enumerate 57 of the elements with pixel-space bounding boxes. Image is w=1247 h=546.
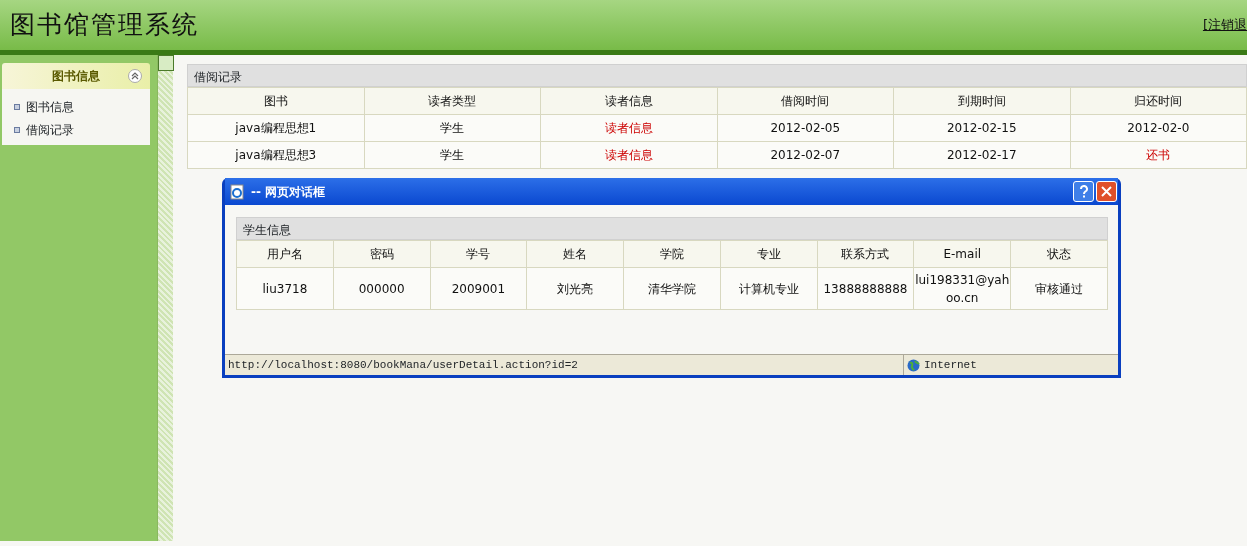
bullet-icon <box>14 103 20 110</box>
column-header: 用户名 <box>236 240 334 268</box>
dialog-title: -- 网页对话框 <box>251 183 326 201</box>
panel-header[interactable]: 图书信息 <box>2 63 150 89</box>
help-button[interactable] <box>1073 181 1094 202</box>
logout-link[interactable]: [注销退 <box>1202 15 1247 35</box>
panel-title: 图书信息 <box>52 68 100 85</box>
table-cell: 计算机专业 <box>720 267 818 310</box>
table-cell: 2012-02-17 <box>893 141 1070 169</box>
bullet-icon <box>14 126 20 133</box>
close-icon <box>1101 186 1112 197</box>
table-cell: 2012-02-15 <box>893 114 1070 142</box>
column-header: E-mail <box>913 240 1011 268</box>
table-cell: 学生 <box>364 114 541 142</box>
column-header: 归还时间 <box>1070 87 1247 115</box>
reader-info-link[interactable]: 读者信息 <box>604 121 653 135</box>
table-cell: 学生 <box>364 141 541 169</box>
reader-info-link[interactable]: 读者信息 <box>604 148 653 162</box>
table-cell: 2009001 <box>430 267 527 310</box>
table-cell: 2012-02-05 <box>717 114 894 142</box>
column-header: 专业 <box>720 240 818 268</box>
table-cell: 清华学院 <box>623 267 721 310</box>
status-url: http://localhost:8080/bookMana/userDetail.action?id=2 <box>227 358 579 373</box>
column-header: 姓名 <box>526 240 624 268</box>
table-cell: 000000 <box>333 267 431 310</box>
app-title: 图书馆管理系统 <box>10 9 199 42</box>
question-mark-icon <box>1078 185 1089 198</box>
sidebar-link[interactable]: 图书信息 <box>26 97 74 116</box>
table-cell: 2012-02-07 <box>717 141 894 169</box>
collapse-icon[interactable] <box>128 69 142 83</box>
page-icon <box>229 183 245 200</box>
table-cell: 刘光亮 <box>526 267 624 310</box>
column-header: 读者信息 <box>540 87 717 115</box>
table-cell: liu3718 <box>236 267 334 310</box>
table-cell: 审核通过 <box>1010 267 1108 310</box>
return-link[interactable]: 还书 <box>1146 148 1171 162</box>
table-cell: 13888888888 <box>817 267 914 310</box>
column-header: 学院 <box>623 240 721 268</box>
column-header: 借阅时间 <box>717 87 894 115</box>
table-title: 学生信息 <box>236 217 1108 240</box>
table-cell: java编程思想1 <box>187 114 364 142</box>
column-header: 状态 <box>1010 240 1108 268</box>
table-cell: java编程思想3 <box>187 141 364 169</box>
zone-label: Internet <box>924 357 977 373</box>
column-header: 密码 <box>333 240 431 268</box>
column-header: 到期时间 <box>893 87 1070 115</box>
column-header: 读者类型 <box>364 87 541 115</box>
table-cell: lui198331@yahoo.cn <box>913 267 1011 310</box>
column-header: 图书 <box>187 87 364 115</box>
close-button[interactable] <box>1096 181 1117 202</box>
sidebar-link[interactable]: 借阅记录 <box>26 120 74 139</box>
toggle-button[interactable] <box>158 55 174 71</box>
globe-icon <box>907 358 920 372</box>
table-cell: 2012-02-0 <box>1070 114 1247 142</box>
column-header: 学号 <box>430 240 527 268</box>
column-header: 联系方式 <box>817 240 914 268</box>
table-title: 借阅记录 <box>187 64 1247 87</box>
